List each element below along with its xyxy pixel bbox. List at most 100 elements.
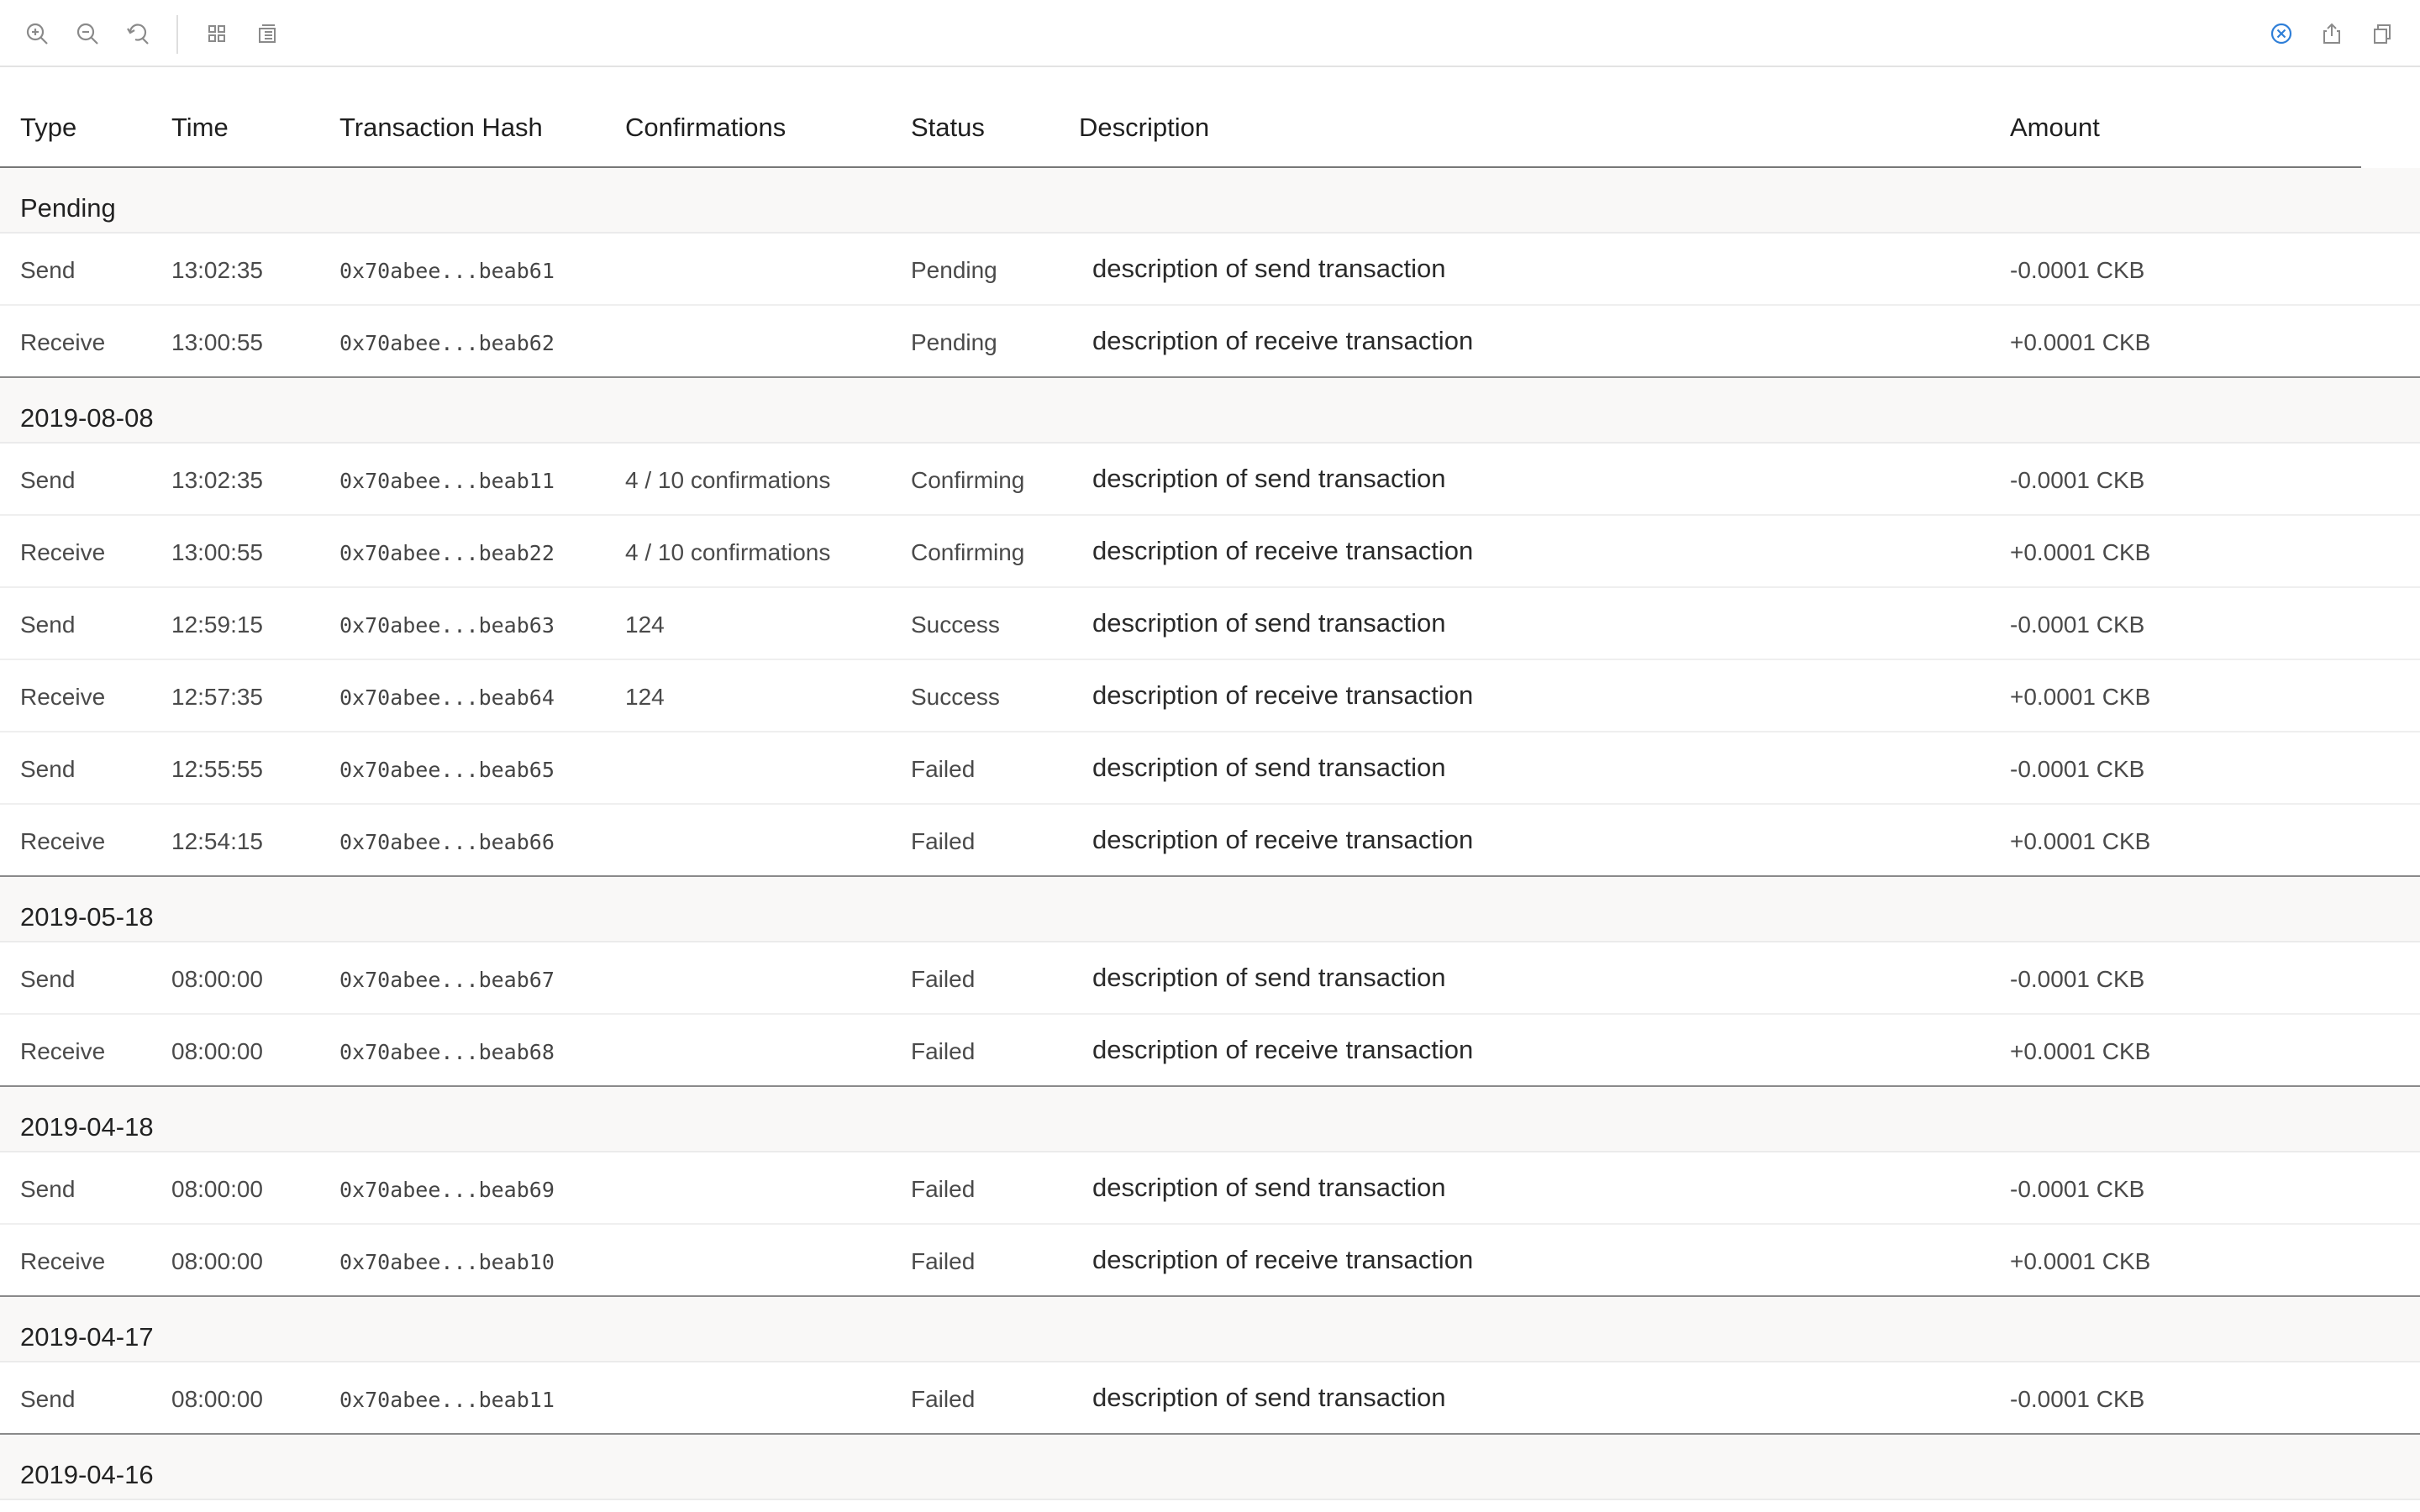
- tx-amount: -0.0001 CKB: [2010, 467, 2145, 493]
- table-row[interactable]: Send 08:00:00 0x70abee...beab69 Failed descr…: [0, 1152, 2420, 1225]
- table-row[interactable]: Send 08:00:00 0x70abee...beab67 Failed descr…: [0, 942, 2420, 1015]
- zoom-in-icon[interactable]: [22, 18, 52, 49]
- tx-amount: -0.0001 CKB: [2010, 966, 2145, 992]
- table-body: Pending Send 13:02:35 0x70abee...beab61 Pend…: [0, 168, 2420, 1500]
- tx-time: 13:02:35: [171, 467, 263, 493]
- tx-amount: +0.0001 CKB: [2010, 828, 2151, 854]
- table-row[interactable]: Send 12:55:55 0x70abee...beab65 Failed descr…: [0, 732, 2420, 805]
- tx-hash: 0x70abee...beab64: [339, 685, 555, 710]
- table-row[interactable]: Send 13:02:35 0x70abee...beab11 4 / 10 conf…: [0, 444, 2420, 516]
- column-header-hash[interactable]: Transaction Hash: [339, 113, 543, 143]
- layout-icon[interactable]: [252, 18, 282, 49]
- tx-amount: +0.0001 CKB: [2010, 684, 2151, 710]
- tx-status: Failed: [911, 828, 976, 854]
- tx-description: description of receive transaction: [1092, 1245, 1474, 1274]
- tx-time: 13:02:35: [171, 257, 263, 283]
- table-row[interactable]: Receive 13:00:55 0x70abee...beab62 Pending d…: [0, 306, 2420, 378]
- table-row[interactable]: Receive 08:00:00 0x70abee...beab68 Failed de…: [0, 1015, 2420, 1087]
- tx-status: Pending: [911, 257, 997, 283]
- table-row[interactable]: Send 12:59:15 0x70abee...beab63 124 Success d…: [0, 588, 2420, 660]
- tx-status: Confirming: [911, 539, 1025, 565]
- close-circle-icon[interactable]: [2266, 18, 2296, 49]
- tx-hash: 0x70abee...beab68: [339, 1040, 555, 1064]
- tx-status: Failed: [911, 1386, 976, 1412]
- column-header-amount[interactable]: Amount: [2010, 113, 2100, 143]
- tx-description: description of receive transaction: [1092, 536, 1474, 565]
- tx-hash: 0x70abee...beab65: [339, 758, 555, 782]
- tx-description: description of send transaction: [1092, 464, 1446, 493]
- column-header-time[interactable]: Time: [171, 113, 229, 143]
- tx-time: 13:00:55: [171, 539, 263, 565]
- tx-time: 08:00:00: [171, 1386, 263, 1412]
- tx-description: description of send transaction: [1092, 753, 1446, 782]
- tx-amount: -0.0001 CKB: [2010, 756, 2145, 782]
- tx-amount: -0.0001 CKB: [2010, 1386, 2145, 1412]
- tx-type: Send: [20, 1176, 76, 1202]
- table-row[interactable]: Receive 12:54:15 0x70abee...beab66 Failed de…: [0, 805, 2420, 877]
- tx-description: description of send transaction: [1092, 1173, 1446, 1202]
- toolbar: [0, 0, 2420, 67]
- tx-hash: 0x70abee...beab66: [339, 830, 555, 854]
- table-row[interactable]: Send 08:00:00 0x70abee...beab11 Failed descr…: [0, 1362, 2420, 1435]
- tx-type: Receive: [20, 684, 106, 710]
- tx-hash: 0x70abee...beab61: [339, 259, 555, 283]
- table-row[interactable]: Receive 13:00:55 0x70abee...beab22 4 / 10 c…: [0, 516, 2420, 588]
- tx-description: description of send transaction: [1092, 963, 1446, 992]
- tx-status: Pending: [911, 329, 997, 355]
- tx-amount: -0.0001 CKB: [2010, 612, 2145, 638]
- tx-type: Send: [20, 467, 76, 493]
- column-header-status[interactable]: Status: [911, 113, 985, 143]
- tx-type: Receive: [20, 1038, 106, 1064]
- tx-time: 12:59:15: [171, 612, 263, 638]
- tx-time: 08:00:00: [171, 1038, 263, 1064]
- tx-description: description of send transaction: [1092, 1383, 1446, 1412]
- date-group-label: 2019-04-16: [20, 1460, 154, 1489]
- refresh-icon[interactable]: [123, 18, 153, 49]
- toolbar-divider: [176, 15, 178, 54]
- zoom-out-icon[interactable]: [72, 18, 103, 49]
- date-group-header: 2019-04-16: [0, 1435, 2420, 1500]
- tx-type: Receive: [20, 539, 106, 565]
- tx-status: Failed: [911, 1176, 976, 1202]
- table-row[interactable]: Receive 08:00:00 0x70abee...beab10 Failed de…: [0, 1225, 2420, 1297]
- tx-status: Failed: [911, 966, 976, 992]
- tx-hash: 0x70abee...beab11: [339, 1388, 555, 1412]
- tx-hash: 0x70abee...beab11: [339, 469, 555, 493]
- table-row[interactable]: Send 13:02:35 0x70abee...beab61 Pending desc…: [0, 234, 2420, 306]
- tx-hash: 0x70abee...beab22: [339, 541, 555, 565]
- column-header-type[interactable]: Type: [20, 113, 76, 143]
- tx-time: 08:00:00: [171, 1248, 263, 1274]
- tx-amount: +0.0001 CKB: [2010, 1038, 2151, 1064]
- tx-confirmations: 4 / 10 confirmations: [625, 467, 831, 493]
- tx-description: description of send transaction: [1092, 254, 1446, 283]
- tx-confirmations: 124: [625, 612, 665, 638]
- tx-amount: +0.0001 CKB: [2010, 1248, 2151, 1274]
- tx-type: Send: [20, 612, 76, 638]
- tx-hash: 0x70abee...beab62: [339, 331, 555, 355]
- column-header-description[interactable]: Description: [1079, 113, 1209, 143]
- tx-hash: 0x70abee...beab10: [339, 1250, 555, 1274]
- tx-status: Success: [911, 612, 1000, 638]
- column-header-confirmations[interactable]: Confirmations: [625, 113, 786, 143]
- transaction-table: Type Time Transaction Hash Confirmations…: [0, 69, 2420, 1512]
- tx-type: Send: [20, 257, 76, 283]
- date-group-header: 2019-04-17: [0, 1297, 2420, 1362]
- tx-time: 08:00:00: [171, 966, 263, 992]
- tx-time: 12:57:35: [171, 684, 263, 710]
- date-group-label: 2019-08-08: [20, 403, 154, 433]
- grid-icon[interactable]: [202, 18, 232, 49]
- tx-description: description of receive transaction: [1092, 1035, 1474, 1064]
- tx-time: 08:00:00: [171, 1176, 263, 1202]
- tx-confirmations: 4 / 10 confirmations: [625, 539, 831, 565]
- copy-icon[interactable]: [2367, 18, 2397, 49]
- share-icon[interactable]: [2317, 18, 2347, 49]
- tx-type: Receive: [20, 828, 106, 854]
- tx-time: 13:00:55: [171, 329, 263, 355]
- tx-amount: -0.0001 CKB: [2010, 1176, 2145, 1202]
- date-group-header: Pending: [0, 168, 2420, 234]
- date-group-label: 2019-05-18: [20, 902, 154, 932]
- table-row[interactable]: Receive 12:57:35 0x70abee...beab64 124 Succe…: [0, 660, 2420, 732]
- tx-status: Success: [911, 684, 1000, 710]
- tx-status: Failed: [911, 756, 976, 782]
- tx-status: Failed: [911, 1248, 976, 1274]
